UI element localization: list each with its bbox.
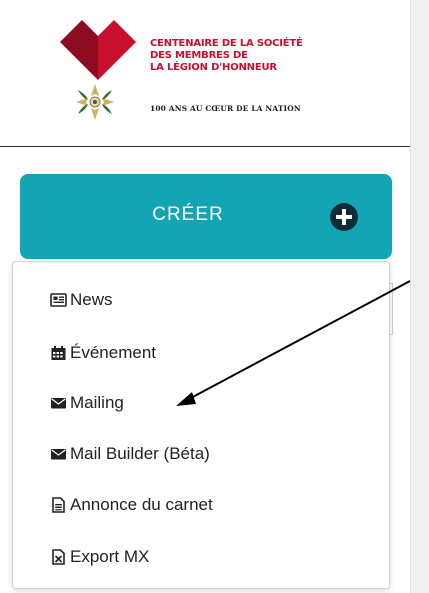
brand-header: CENTENAIRE DE LA SOCIÉTÉ DES MEMBRES DE … <box>0 0 410 147</box>
create-dropdown-menu: News Événement Mailing Mail Builder (Bét… <box>12 261 390 589</box>
envelope-icon <box>51 398 66 409</box>
newspaper-icon <box>50 293 67 307</box>
menu-item-label: Annonce du carnet <box>70 495 213 514</box>
calendar-icon <box>51 346 66 360</box>
menu-item-label: Export MX <box>70 547 150 566</box>
menu-item-annonce-carnet[interactable]: Annonce du carnet <box>50 493 213 517</box>
menu-item-label: Mailing <box>70 393 124 412</box>
menu-item-evenement[interactable]: Événement <box>50 341 156 365</box>
menu-item-mail-builder[interactable]: Mail Builder (Béta) <box>50 442 210 466</box>
brand-line-3: LA LÉGION D'HONNEUR <box>150 62 277 73</box>
menu-item-news[interactable]: News <box>50 288 113 312</box>
file-excel-icon <box>52 549 65 565</box>
heart-logo-icon <box>60 20 136 80</box>
file-text-icon <box>52 497 65 513</box>
menu-item-label: Événement <box>70 343 156 362</box>
envelope-icon <box>51 449 66 460</box>
medal-icon <box>76 84 114 120</box>
plus-circle-icon[interactable] <box>330 203 358 231</box>
header-divider <box>0 146 410 147</box>
menu-item-mailing[interactable]: Mailing <box>50 391 124 415</box>
menu-item-label: Mail Builder (Béta) <box>70 444 210 463</box>
brand-line-2: DES MEMBRES DE <box>150 50 248 61</box>
right-pane <box>410 0 429 593</box>
brand-line-1: CENTENAIRE DE LA SOCIÉTÉ <box>150 38 303 49</box>
brand-title: CENTENAIRE DE LA SOCIÉTÉ DES MEMBRES DE … <box>150 38 400 74</box>
menu-item-export-mx[interactable]: Export MX <box>50 545 149 569</box>
brand-tagline: 100 ANS AU CŒUR DE LA NATION <box>150 104 301 113</box>
menu-item-label: News <box>70 290 113 309</box>
